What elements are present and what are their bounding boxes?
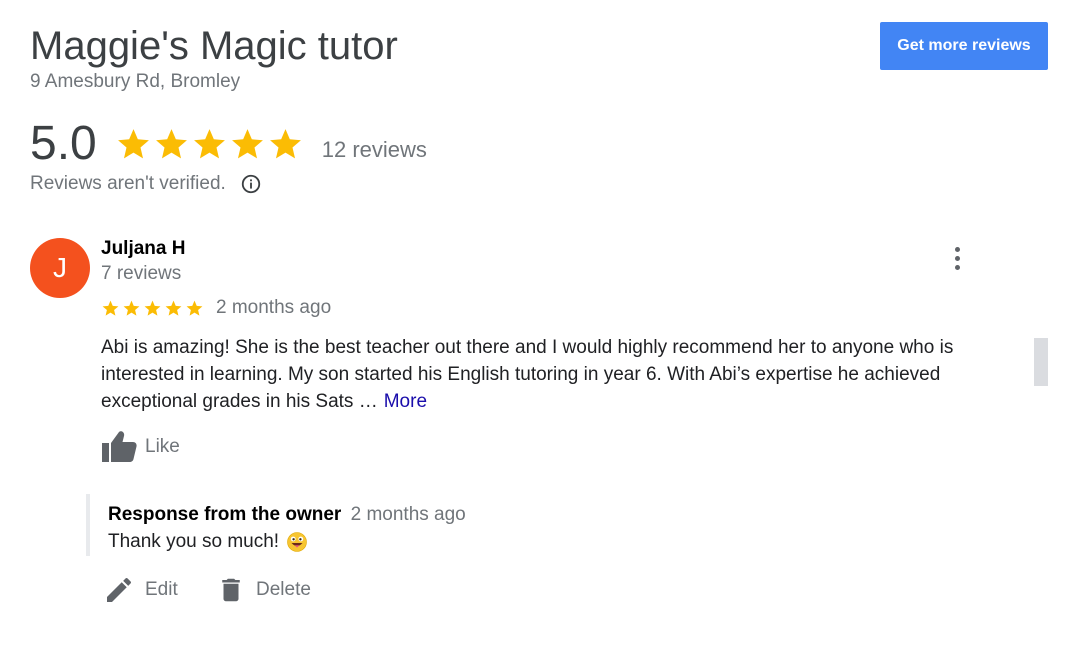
thumbs-up-icon [102,431,137,462]
get-more-reviews-button[interactable]: Get more reviews [880,22,1048,70]
grinning-tongue-emoji-icon [287,532,307,552]
reviewer-review-count: 7 reviews [101,263,182,284]
star-icon [155,128,187,158]
owner-response-text-row: Thank you so much! [108,530,307,554]
edit-button[interactable]: Edit [103,573,178,607]
star-icon [165,300,182,316]
review-text-line: Abi is amazing! She is the best teacher … [101,337,954,358]
business-name: Maggie's Magic tutor [30,24,398,68]
star-icon [123,300,140,316]
like-label: Like [145,436,180,457]
more-link[interactable]: More [384,391,427,412]
rating-summary: 5.0 12 reviews [30,116,427,172]
trash-icon [222,578,240,602]
star-icon [269,128,301,158]
info-circle-icon[interactable] [240,173,262,195]
reviewer-name[interactable]: Juljana H [101,237,185,261]
review-stars [101,299,204,318]
total-review-count: 12 reviews [321,137,427,162]
star-icon [193,128,225,158]
owner-response: Response from the owner 2 months ago Tha… [86,494,690,556]
review-date: 2 months ago [216,297,332,318]
avatar[interactable]: J [30,238,90,298]
delete-label: Delete [256,579,311,600]
summary-stars [115,126,304,163]
owner-response-date: 2 months ago [350,504,466,525]
pencil-icon [107,577,132,602]
like-button[interactable]: Like [101,429,180,465]
delete-button[interactable]: Delete [216,573,311,607]
review-rating-row: 2 months ago [101,296,331,320]
review-text: Abi is amazing! She is the best teacher … [101,334,1001,415]
review-text-line: interested in learning. My son started h… [101,364,941,385]
star-icon [144,300,161,316]
average-rating: 5.0 [30,117,97,170]
owner-response-text: Thank you so much! [108,531,280,552]
business-address: 9 Amesbury Rd, Bromley [30,71,241,92]
owner-response-label: Response from the owner [108,504,342,525]
review-text-line-last: exceptional grades in his Sats … More [101,391,428,412]
owner-response-header: Response from the owner 2 months ago [108,503,466,527]
verification-note: Reviews aren't verified. [30,173,226,194]
star-icon [117,128,149,158]
scrollbar[interactable] [1034,338,1048,386]
star-icon [231,128,263,158]
edit-label: Edit [145,579,178,600]
more-vert-icon[interactable] [941,240,973,276]
star-icon [186,300,203,316]
star-icon [102,300,119,316]
verification-note-row: Reviews aren't verified. [30,172,262,196]
